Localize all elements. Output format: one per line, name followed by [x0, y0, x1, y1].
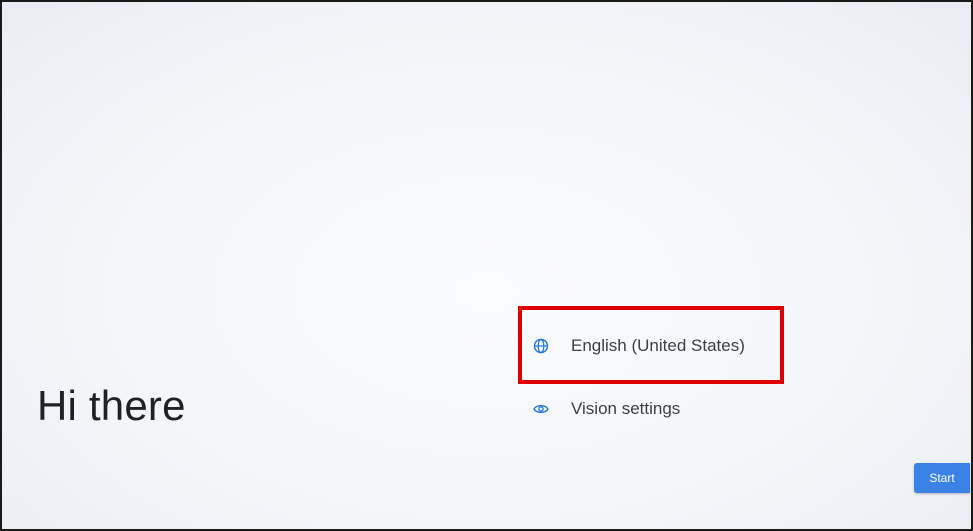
language-selector[interactable]: English (United States): [532, 336, 745, 356]
start-button[interactable]: Start: [914, 463, 970, 493]
welcome-screen: Hi there English (United States) Vision …: [0, 0, 973, 531]
page-title: Hi there: [37, 382, 186, 429]
vision-settings-button[interactable]: Vision settings: [532, 399, 680, 419]
globe-icon: [532, 337, 550, 355]
eye-icon: [532, 400, 550, 418]
language-label: English (United States): [571, 336, 745, 355]
vision-settings-label: Vision settings: [571, 399, 681, 418]
